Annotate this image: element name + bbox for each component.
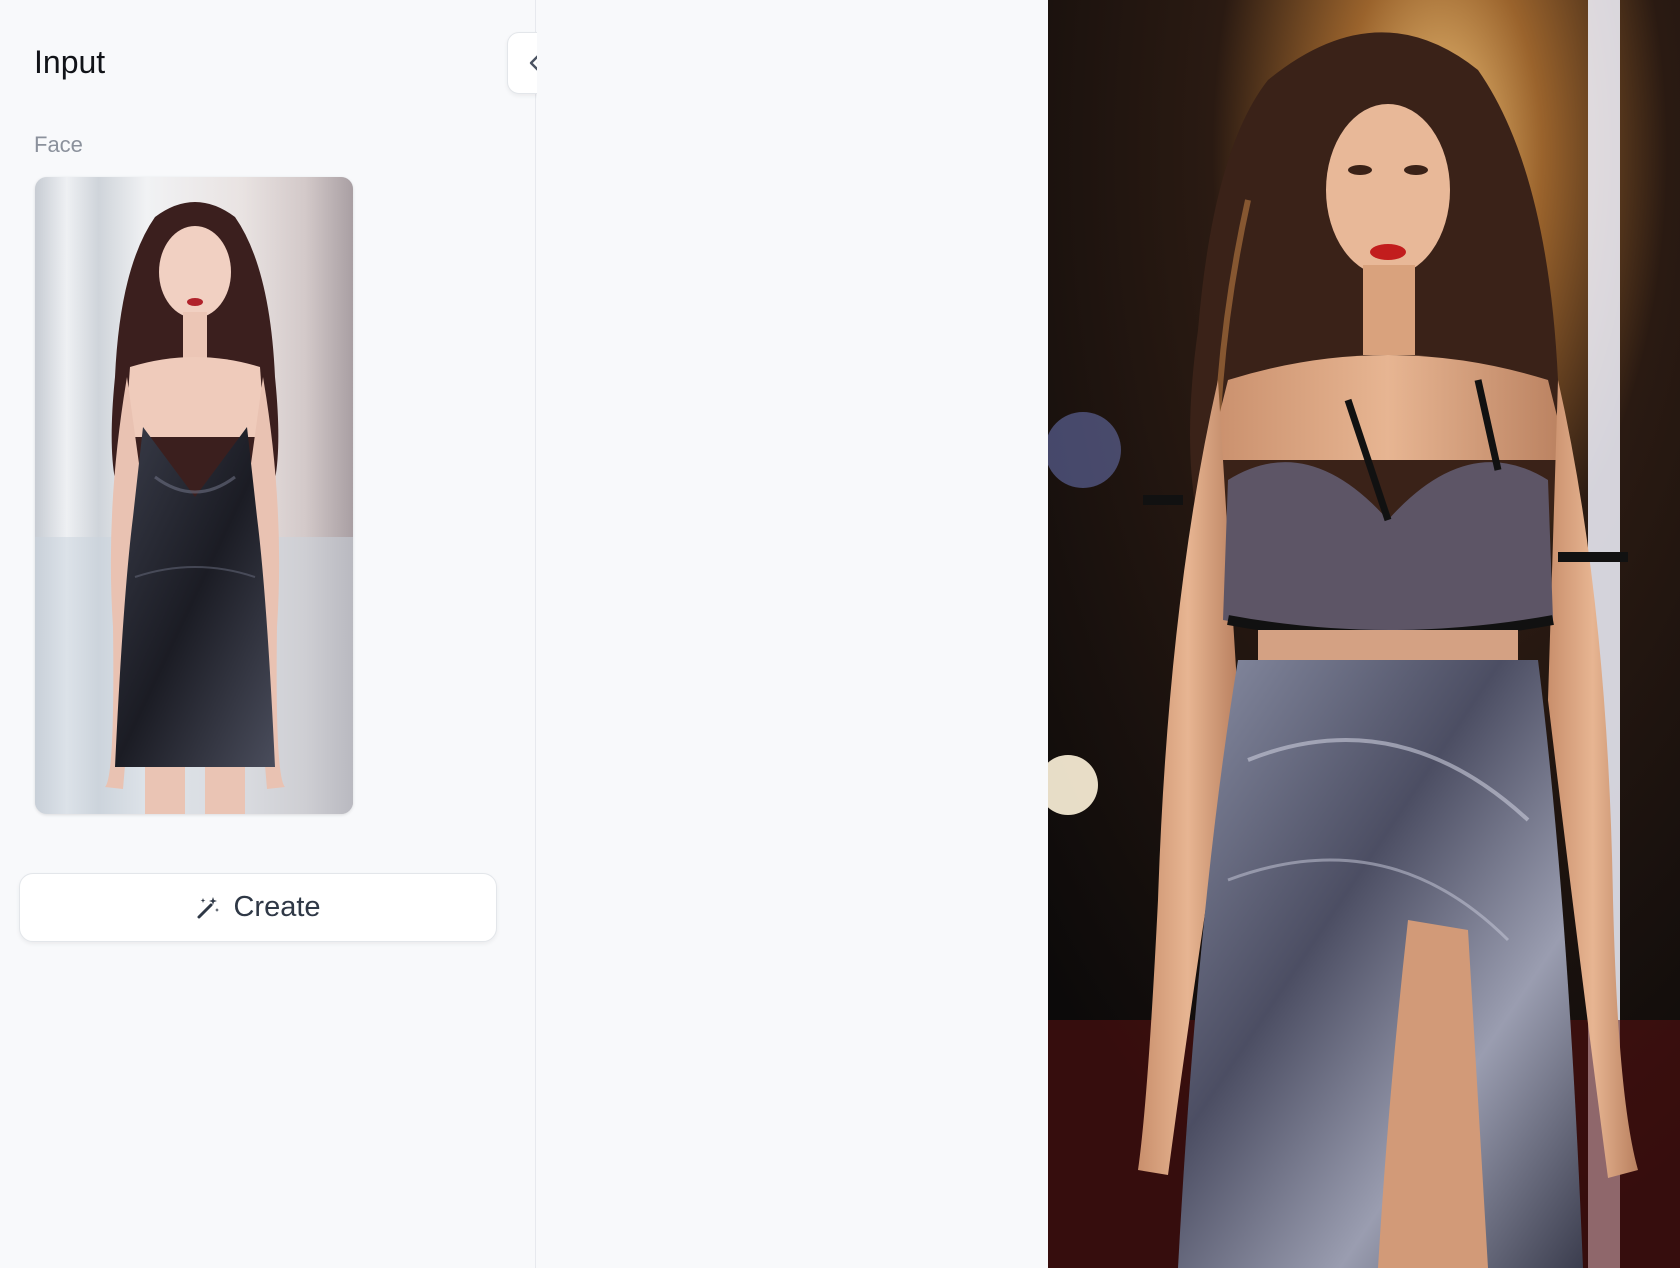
- face-label: Face: [34, 132, 83, 157]
- result-image-illustration: [1048, 0, 1680, 1268]
- face-image-thumbnail[interactable]: [35, 177, 353, 814]
- app-root: Input Face Create: [0, 0, 1680, 1268]
- panel-title: Input: [34, 44, 106, 80]
- canvas-area: [537, 0, 1048, 1268]
- create-button-label: Create: [233, 891, 321, 923]
- magic-wand-icon: [195, 895, 221, 921]
- result-image[interactable]: [1048, 0, 1680, 1268]
- face-image-illustration: [35, 177, 353, 814]
- input-panel: Input Face Create: [0, 0, 536, 1268]
- create-button[interactable]: Create: [19, 873, 497, 942]
